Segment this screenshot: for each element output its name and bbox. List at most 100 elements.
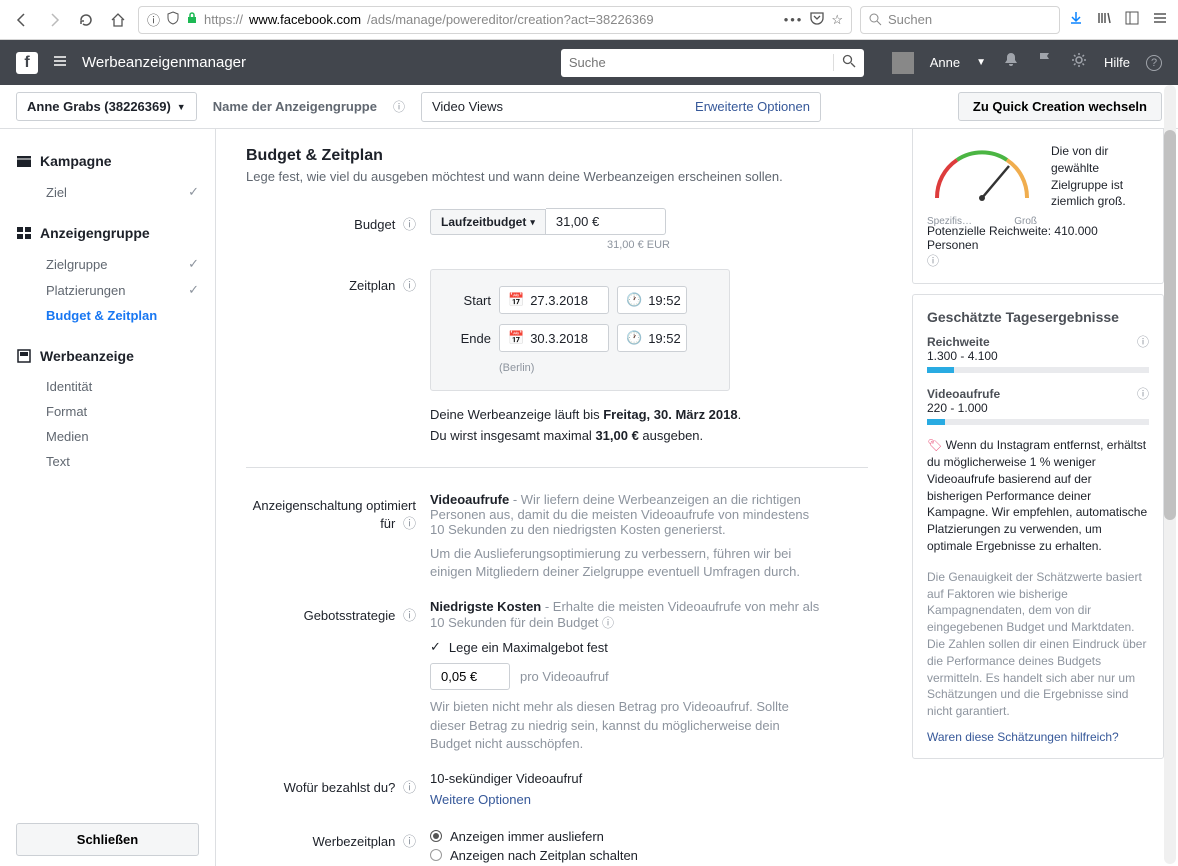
browser-search[interactable]: Suchen [860, 6, 1060, 34]
daily-results-title: Geschätzte Tagesergebnisse [927, 309, 1149, 325]
views-metric-value: 220 - 1.000 [927, 401, 1000, 415]
info-icon[interactable]: ⓘ [1137, 333, 1149, 350]
sidebar-item-text[interactable]: Text [16, 449, 199, 474]
url-path: /ads/manage/powereditor/creation?act=382… [367, 12, 654, 27]
check-icon: ✓ [430, 639, 441, 655]
fb-logo[interactable]: f [16, 52, 38, 74]
info-icon[interactable]: ⓘ [403, 608, 416, 623]
end-date-input[interactable]: 📅30.3.2018 [499, 324, 609, 352]
end-label: Ende [447, 331, 491, 346]
sidebar-campaign-header[interactable]: Kampagne [16, 153, 199, 169]
sidebar-item-format[interactable]: Format [16, 399, 199, 424]
gauge: Spezifis…Groß [927, 143, 1037, 203]
sidebar-item-medien[interactable]: Medien [16, 424, 199, 449]
bookmark-icon[interactable]: ☆ [831, 12, 843, 28]
library-icon[interactable] [1096, 10, 1112, 29]
views-bar [927, 419, 1149, 425]
reach-metric-value: 1.300 - 4.100 [927, 349, 998, 363]
info-icon[interactable]: ⓘ [927, 254, 939, 268]
flag-icon[interactable] [1036, 51, 1054, 74]
info-icon[interactable]: ⓘ [602, 616, 614, 630]
help-label[interactable]: Hilfe [1104, 55, 1130, 70]
sidebar-item-zielgruppe[interactable]: Zielgruppe✓ [16, 251, 199, 277]
avatar[interactable] [892, 52, 914, 74]
potential-reach: Potenzielle Reichweite: 410.000 Personen [927, 224, 1149, 252]
calendar-icon: 📅 [508, 330, 524, 346]
close-button[interactable]: Schließen [16, 823, 199, 856]
url-prefix: https:// [204, 12, 243, 27]
info-icon[interactable]: ⓘ [403, 516, 416, 531]
sidebar-item-identitaet[interactable]: Identität [16, 374, 199, 399]
sidebar-ad-header[interactable]: Werbeanzeige [16, 348, 199, 364]
start-time-input[interactable]: 🕐19:52 [617, 286, 687, 314]
info-icon[interactable]: ⓘ [393, 98, 405, 115]
account-selector[interactable]: Anne Grabs (38226369) ▼ [16, 92, 197, 121]
user-name[interactable]: Anne [930, 55, 960, 70]
lock-icon [186, 12, 198, 27]
sidebar-adset-header[interactable]: Anzeigengruppe [16, 225, 199, 241]
bid-warning: Wir bieten nicht mehr als diesen Betrag … [430, 698, 810, 753]
more-icon[interactable]: ••• [784, 12, 804, 27]
budget-type-select[interactable]: Laufzeitbudget ▾ [430, 209, 546, 235]
gear-icon[interactable] [1070, 51, 1088, 74]
chevron-down-icon: ▼ [177, 102, 186, 112]
help-icon[interactable]: ? [1146, 55, 1162, 71]
daily-results-card: Geschätzte Tagesergebnisse Reichweite 1.… [912, 294, 1164, 759]
end-time-input[interactable]: 🕐19:52 [617, 324, 687, 352]
info-icon[interactable]: ⓘ [403, 278, 416, 293]
reach-metric-label: Reichweite [927, 335, 998, 349]
sidebar-item-ziel[interactable]: Ziel✓ [16, 179, 199, 205]
quick-creation-button[interactable]: Zu Quick Creation wechseln [958, 92, 1162, 121]
sidebar-item-platzierungen[interactable]: Platzierungen✓ [16, 277, 199, 303]
url-bar[interactable]: ⓘ https://www.facebook.com/ads/manage/po… [138, 6, 852, 34]
expanded-options-link[interactable]: Erweiterte Optionen [695, 99, 810, 114]
back-button[interactable] [10, 8, 34, 32]
forward-button[interactable] [42, 8, 66, 32]
schedule-summary-2: Du wirst insgesamt maximal 31,00 € ausge… [430, 428, 868, 443]
bell-icon[interactable] [1002, 51, 1020, 74]
pay-more-link[interactable]: Weitere Optionen [430, 792, 868, 807]
clock-icon: 🕐 [626, 330, 642, 346]
chevron-down-icon[interactable]: ▼ [976, 57, 986, 68]
optimization-desc2: Um die Auslieferungsoptimierung zu verbe… [430, 545, 810, 581]
scrollbar-thumb[interactable] [1164, 130, 1176, 520]
start-date-input[interactable]: 📅27.3.2018 [499, 286, 609, 314]
optimization-label: Anzeigenschaltung optimiert für ⓘ [246, 492, 430, 581]
pay-label: Wofür bezahlst du? ⓘ [246, 771, 430, 807]
sidebar-icon[interactable] [1124, 10, 1140, 29]
adsched-opt1[interactable]: Anzeigen immer ausliefern [430, 829, 868, 844]
reload-button[interactable] [74, 8, 98, 32]
pocket-icon[interactable] [809, 10, 825, 29]
search-input[interactable] [561, 49, 864, 77]
bid-checkbox[interactable]: ✓Lege ein Maximalgebot fest [430, 639, 820, 655]
download-icon[interactable] [1068, 10, 1084, 29]
adset-value: Video Views [432, 99, 503, 114]
content: Budget & Zeitplan Lege fest, wie viel du… [216, 129, 898, 866]
adsched-opt2[interactable]: Anzeigen nach Zeitplan schalten [430, 848, 868, 863]
info-icon[interactable]: ⓘ [1137, 385, 1149, 402]
section-subtitle: Lege fest, wie viel du ausgeben möchtest… [246, 169, 868, 184]
radio-checked-icon [430, 830, 442, 842]
hamburger-icon[interactable] [52, 53, 68, 72]
menu-icon[interactable] [1152, 10, 1168, 29]
sidebar: Kampagne Ziel✓ Anzeigengruppe Zielgruppe… [0, 129, 216, 866]
browser-icons [1068, 10, 1168, 29]
budget-label: Budget ⓘ [246, 208, 430, 251]
home-button[interactable] [106, 8, 130, 32]
budget-eur: 31,00 € EUR [430, 239, 670, 251]
right-panel: Spezifis…Groß Die von dir gewählte Zielg… [898, 129, 1178, 866]
close-button-wrap: Schließen [16, 823, 199, 856]
start-label: Start [447, 293, 491, 308]
info-icon[interactable]: ⓘ [403, 217, 416, 232]
sidebar-item-budget[interactable]: Budget & Zeitplan [16, 303, 199, 328]
adsched-label: Werbezeitplan ⓘ [246, 825, 430, 866]
feedback-link[interactable]: Waren diese Schätzungen hilfreich? [927, 730, 1149, 744]
info-icon[interactable]: ⓘ [403, 834, 416, 849]
bid-amount-input[interactable] [430, 663, 510, 690]
info-icon[interactable]: ⓘ [403, 780, 416, 795]
schedule-summary-1: Deine Werbeanzeige läuft bis Freitag, 30… [430, 407, 868, 422]
adset-name-input[interactable]: Video Views Erweiterte Optionen [421, 92, 821, 122]
budget-amount-input[interactable]: 31,00 € [546, 208, 666, 235]
sub-header: Anne Grabs (38226369) ▼ Name der Anzeige… [0, 85, 1178, 129]
adset-name-label: Name der Anzeigengruppe [213, 99, 377, 114]
